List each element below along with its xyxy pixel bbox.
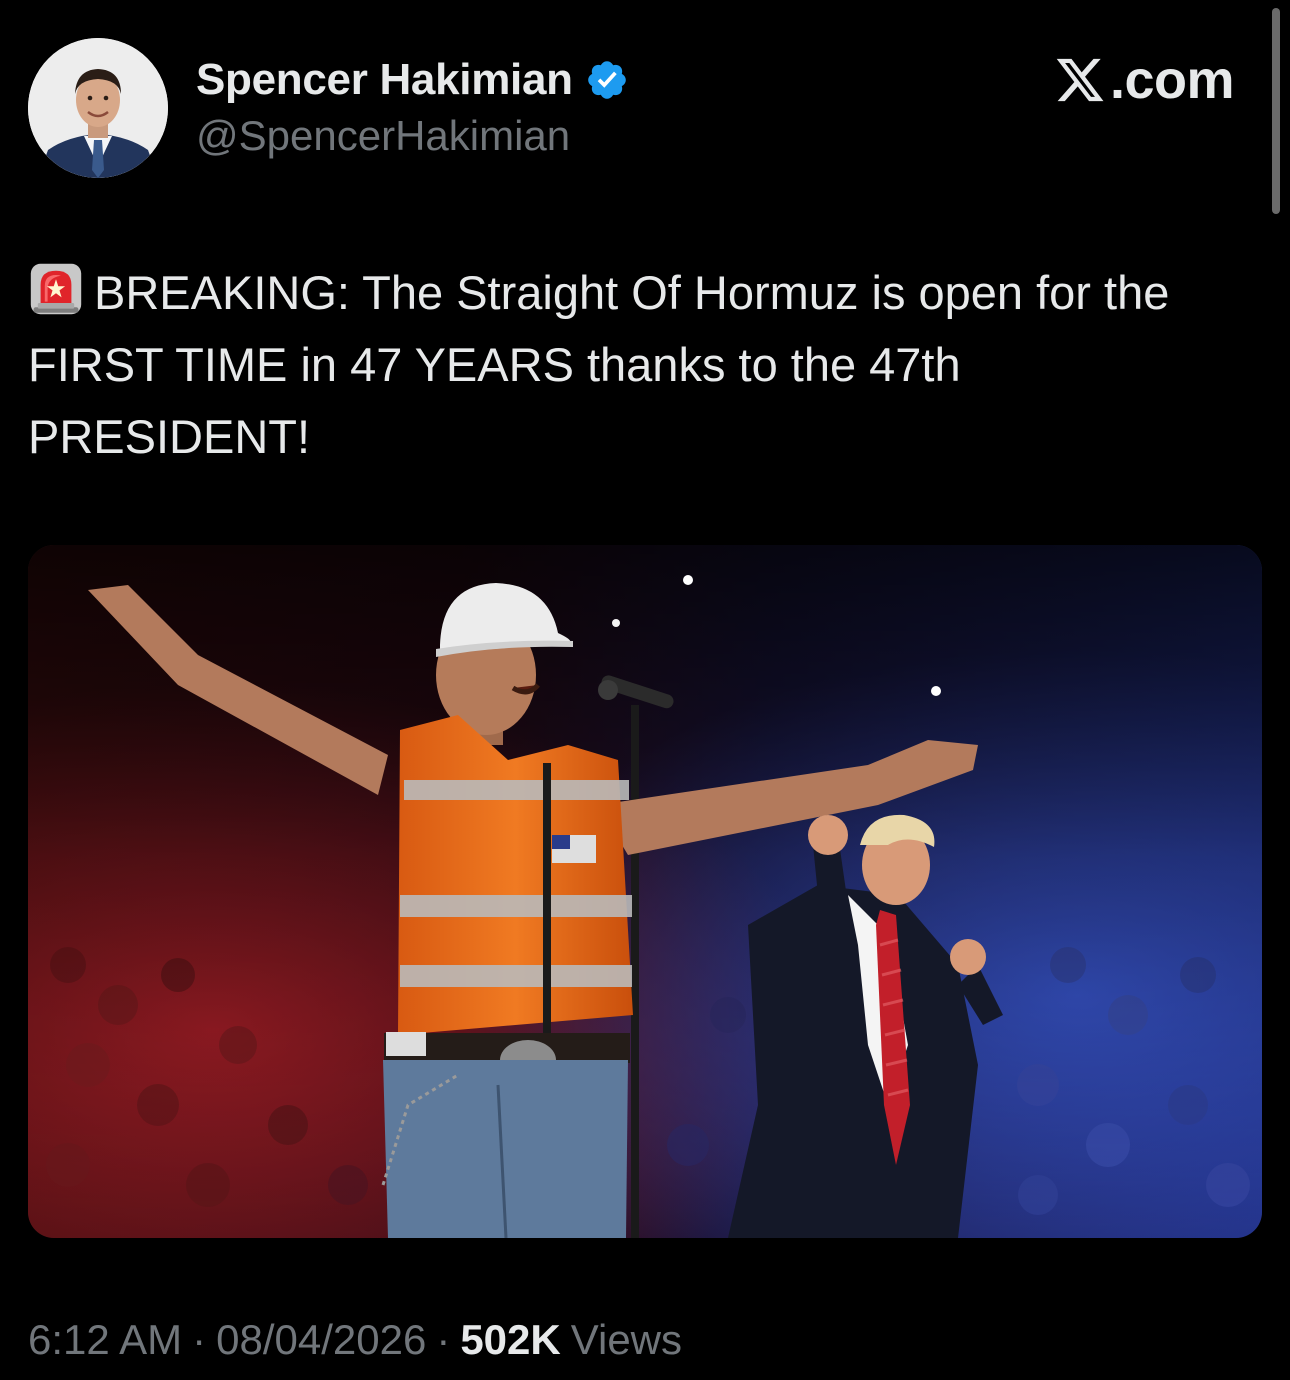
scrollbar[interactable] (1272, 8, 1280, 214)
author-handle[interactable]: @SpencerHakimian (196, 112, 570, 160)
views-label: Views (570, 1316, 683, 1363)
author-display-name[interactable]: Spencer Hakimian (196, 55, 573, 105)
tweet-photo (28, 545, 1262, 1238)
tweet-date[interactable]: 08/04/2026 (216, 1316, 426, 1364)
verified-badge-icon (587, 61, 626, 99)
avatar-portrait (28, 38, 168, 178)
brand-text: .com (1109, 50, 1235, 110)
tweet-meta: 6:12 AM · 08/04/2026 · 502K Views (28, 1312, 682, 1368)
tweet-text: BREAKING: The Straight Of Hormuz is open… (28, 257, 1248, 473)
tweet-time[interactable]: 6:12 AM (28, 1316, 182, 1364)
police-siren-icon (30, 263, 82, 315)
x-brand-watermark: .com (1054, 50, 1235, 110)
x-logo-icon (1056, 58, 1104, 102)
views-count: 502K (460, 1316, 561, 1363)
meta-separator: · (436, 1316, 451, 1363)
tweet-body: BREAKING: The Straight Of Hormuz is open… (28, 266, 1170, 463)
tweet-media-photo[interactable] (28, 545, 1262, 1238)
author-avatar[interactable] (28, 38, 168, 178)
author-name-row: Spencer Hakimian (196, 52, 629, 108)
meta-separator: · (192, 1316, 207, 1363)
